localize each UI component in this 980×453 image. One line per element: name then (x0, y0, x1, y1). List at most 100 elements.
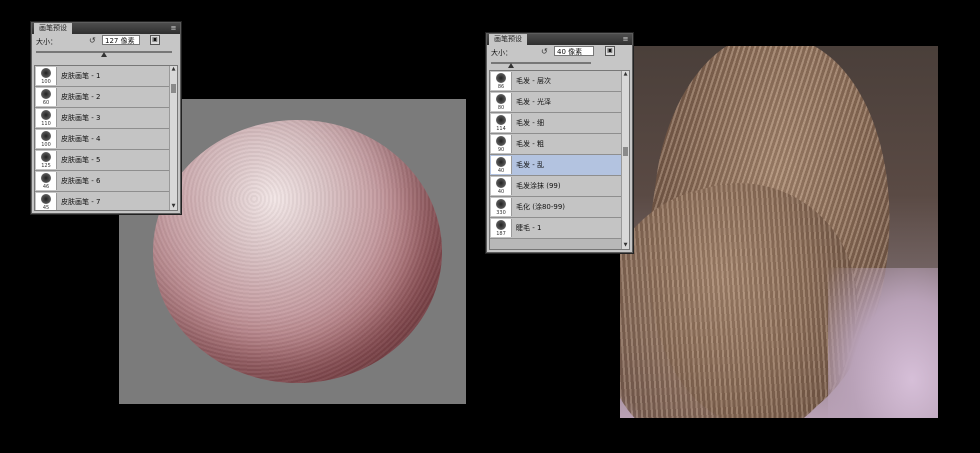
hair-painting-canvas (620, 46, 938, 418)
brush-tip-icon (496, 157, 506, 167)
brush-size-number: 86 (497, 84, 505, 90)
brush-preset-row[interactable]: 330 毛化 (涂80-99) (490, 197, 621, 218)
brush-tip-icon (496, 199, 506, 209)
brush-preset-row[interactable]: 80 毛发 - 光泽 (490, 92, 621, 113)
panel-menu-icon[interactable]: ≡ (169, 24, 178, 32)
brush-tip-thumbnail: 60 (36, 88, 57, 106)
size-row: 大小： ↺ 127 像素 ▣ (32, 34, 180, 48)
brush-tip-thumbnail: 187 (491, 219, 512, 237)
brush-preset-name: 毛发 - 层次 (516, 77, 551, 85)
brush-size-number: 40 (497, 168, 505, 174)
brush-preset-name: 毛发 - 光泽 (516, 98, 551, 106)
size-slider[interactable] (32, 48, 180, 57)
reset-size-icon[interactable]: ↺ (541, 47, 548, 56)
brush-tip-thumbnail: 40 (491, 156, 512, 174)
scroll-up-icon[interactable]: ▲ (622, 71, 629, 78)
brush-tip-icon (41, 131, 51, 141)
panel-menu-icon[interactable]: ≡ (621, 35, 630, 43)
brush-tip-icon (496, 220, 506, 230)
size-label: 大小： (491, 49, 512, 57)
brush-tip-thumbnail: 125 (36, 151, 57, 169)
brush-preset-name: 睫毛 - 1 (516, 224, 542, 232)
brush-size-number: 60 (42, 100, 50, 106)
brush-tip-thumbnail: 100 (36, 67, 57, 85)
brush-tip-icon (41, 152, 51, 162)
brush-size-number: 330 (496, 210, 506, 216)
brush-preset-name: 皮肤画笔 - 4 (61, 135, 101, 143)
panel-tab-brush-presets[interactable]: 画笔预设 (489, 34, 527, 45)
new-preset-icon[interactable]: ▣ (605, 46, 615, 56)
brush-preset-row[interactable]: 60 皮肤画笔 - 2 (35, 87, 169, 108)
panel-tab-brush-presets[interactable]: 画笔预设 (34, 23, 72, 34)
new-preset-icon[interactable]: ▣ (150, 35, 160, 45)
background-pink-area (828, 268, 938, 418)
brush-tip-icon (41, 110, 51, 120)
brush-size-number: 110 (41, 121, 51, 127)
brush-preset-name: 皮肤画笔 - 5 (61, 156, 101, 164)
brush-tip-thumbnail: 100 (36, 130, 57, 148)
size-input[interactable]: 40 像素 (554, 46, 594, 56)
brush-tip-thumbnail: 45 (36, 193, 57, 210)
brush-preset-row[interactable]: 114 毛发 - 细 (490, 113, 621, 134)
brush-preset-row[interactable]: 40 毛发 - 乱 (490, 155, 621, 176)
brush-preset-row[interactable]: 46 皮肤画笔 - 6 (35, 171, 169, 192)
scroll-thumb[interactable] (623, 147, 628, 156)
brush-preset-name: 毛发 - 粗 (516, 140, 544, 148)
panel-titlebar[interactable]: 画笔预设 ≡ (32, 23, 180, 34)
brush-tip-thumbnail: 86 (491, 72, 512, 90)
brush-list: 86 毛发 - 层次 80 毛发 - 光泽 114 毛发 - 细 90 毛发 - 粗 40 毛发 … (489, 70, 630, 250)
brush-preset-name: 毛化 (涂80-99) (516, 203, 566, 211)
brush-size-number: 125 (41, 163, 51, 169)
brush-tip-icon (496, 178, 506, 188)
brush-size-number: 100 (41, 79, 51, 85)
skin-sphere-artwork (153, 120, 442, 383)
reset-size-icon[interactable]: ↺ (89, 36, 96, 45)
brush-preset-name: 毛发 - 乱 (516, 161, 544, 169)
size-input[interactable]: 127 像素 (102, 35, 140, 45)
brush-size-number: 187 (496, 231, 506, 237)
brush-size-number: 90 (497, 147, 505, 153)
brush-preset-row[interactable]: 110 皮肤画笔 - 3 (35, 108, 169, 129)
brush-size-number: 40 (497, 189, 505, 195)
brush-size-number: 100 (41, 142, 51, 148)
size-slider-thumb[interactable] (508, 63, 514, 68)
brush-preset-row[interactable]: 187 睫毛 - 1 (490, 218, 621, 239)
brush-preset-row[interactable]: 125 皮肤画笔 - 5 (35, 150, 169, 171)
brush-tip-icon (41, 194, 51, 204)
size-label: 大小： (36, 38, 57, 46)
brush-tip-thumbnail: 90 (491, 135, 512, 153)
size-row: 大小： ↺ 40 像素 ▣ (487, 45, 632, 59)
brush-tip-thumbnail: 40 (491, 177, 512, 195)
size-slider-track[interactable] (491, 62, 591, 64)
panel-titlebar[interactable]: 画笔预设 ≡ (487, 34, 632, 45)
brush-list-scrollbar[interactable]: ▲ ▼ (621, 71, 629, 249)
size-slider[interactable] (487, 59, 632, 68)
brush-preset-row[interactable]: 100 皮肤画笔 - 1 (35, 66, 169, 87)
brush-preset-row[interactable]: 100 皮肤画笔 - 4 (35, 129, 169, 150)
scroll-thumb[interactable] (171, 84, 176, 93)
scroll-down-icon[interactable]: ▼ (170, 203, 177, 210)
scroll-down-icon[interactable]: ▼ (622, 242, 629, 249)
brush-list-scrollbar[interactable]: ▲ ▼ (169, 66, 177, 210)
brush-size-number: 80 (497, 105, 505, 111)
brush-preset-name: 皮肤画笔 - 1 (61, 72, 101, 80)
brush-list: 100 皮肤画笔 - 1 60 皮肤画笔 - 2 110 皮肤画笔 - 3 100 皮肤画笔 … (34, 65, 178, 211)
brush-preset-name: 皮肤画笔 - 2 (61, 93, 101, 101)
scroll-up-icon[interactable]: ▲ (170, 66, 177, 73)
brush-tip-icon (41, 173, 51, 183)
brush-preset-row[interactable]: 40 毛发涂抹 (99) (490, 176, 621, 197)
brush-preset-name: 毛发 - 细 (516, 119, 544, 127)
brush-preset-row[interactable]: 45 皮肤画笔 - 7 (35, 192, 169, 210)
brush-tip-icon (496, 136, 506, 146)
size-slider-thumb[interactable] (101, 52, 107, 57)
brush-tip-thumbnail: 80 (491, 93, 512, 111)
brush-preset-name: 毛发涂抹 (99) (516, 182, 561, 190)
brush-tip-thumbnail: 330 (491, 198, 512, 216)
brush-tip-icon (496, 115, 506, 125)
brush-preset-row[interactable]: 86 毛发 - 层次 (490, 71, 621, 92)
brush-preset-row[interactable]: 90 毛发 - 粗 (490, 134, 621, 155)
brush-presets-panel-right: 画笔预设 ≡ 大小： ↺ 40 像素 ▣ 86 毛发 - 层次 80 毛发 - 光泽 1… (486, 33, 633, 253)
brush-preset-name: 皮肤画笔 - 3 (61, 114, 101, 122)
brush-presets-panel-left: 画笔预设 ≡ 大小： ↺ 127 像素 ▣ 100 皮肤画笔 - 1 60 皮肤画笔 … (31, 22, 181, 214)
brush-tip-icon (496, 73, 506, 83)
